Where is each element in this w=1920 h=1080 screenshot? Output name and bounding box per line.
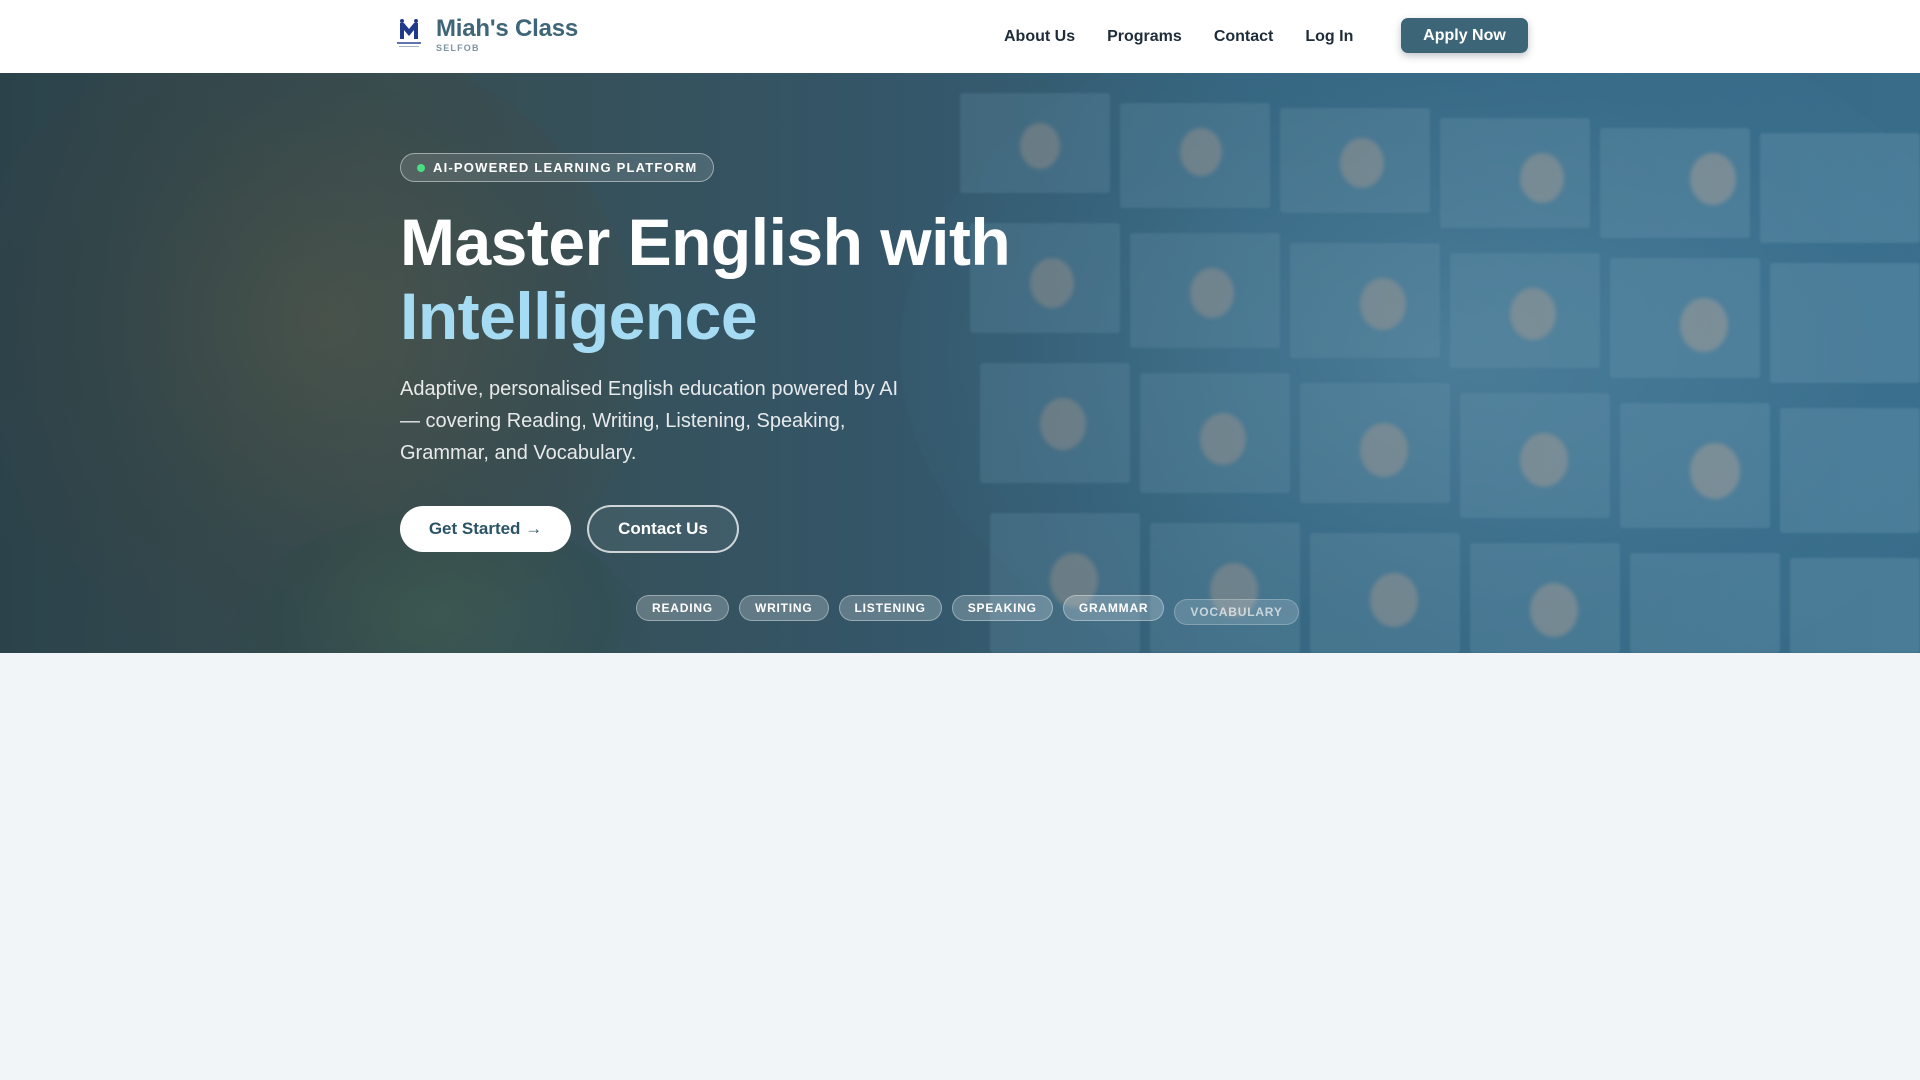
main-content-area [0,653,1920,1080]
platform-badge: AI-POWERED LEARNING PLATFORM [400,153,715,182]
nav-log-in[interactable]: Log In [1305,28,1353,46]
apply-now-button[interactable]: Apply Now [1401,18,1528,53]
contact-us-button[interactable]: Contact Us [587,505,739,553]
hero-section: AI-POWERED LEARNING PLATFORM Master Engl… [0,73,1920,653]
logo-icon [394,17,424,53]
skill-pill-speaking: SPEAKING [951,595,1053,621]
skill-pill-grammar: GRAMMAR [1062,595,1165,621]
brand-subtitle: SELFOB [436,43,480,53]
hero-title: Master English with Intelligence [400,205,1011,353]
badge-label: AI-POWERED LEARNING PLATFORM [433,160,698,175]
hero-overlay [0,73,1920,653]
brand-name: Miah's Class [436,15,579,42]
skill-pills: READING WRITING LISTENING SPEAKING GRAMM… [636,595,1309,625]
nav-programs[interactable]: Programs [1107,28,1182,46]
status-dot-icon [417,164,425,172]
hero-description: Adaptive, personalised English education… [400,378,899,464]
skill-pill-reading: READING [636,595,729,621]
get-started-button[interactable]: Get Started → [400,506,571,552]
brand[interactable]: Miah's Class SELFOB [394,16,578,53]
skill-pill-listening: LISTENING [838,595,942,621]
nav-links: About Us Programs Contact Log In [1004,0,1385,73]
hero-title-accent: Intelligence [400,279,758,353]
skill-pill-vocabulary: VOCABULARY [1174,599,1299,625]
skill-pill-writing: WRITING [738,595,829,621]
nav-contact[interactable]: Contact [1214,28,1274,46]
nav-about-us[interactable]: About Us [1004,28,1075,46]
hero-title-line-1: Master English with [400,205,1011,279]
top-navbar: Miah's Class SELFOB About Us Programs Co… [0,0,1920,73]
